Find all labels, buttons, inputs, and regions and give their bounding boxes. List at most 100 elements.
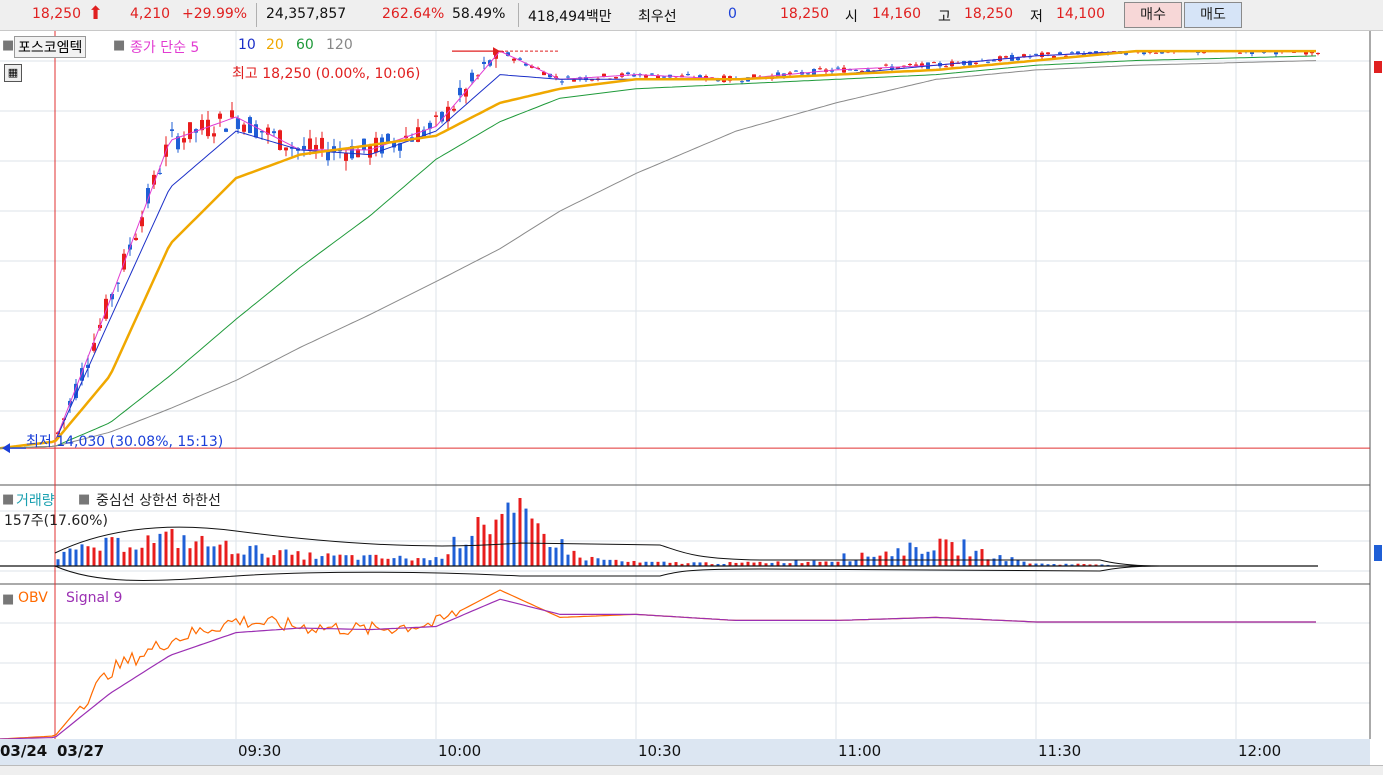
volume-bar [824,561,828,566]
candle-body [1316,52,1320,54]
volume-bar [302,559,306,566]
volume-bar [56,559,60,566]
legend-square-icon: ■ [2,38,15,53]
candle-body [806,73,810,75]
volume-bar [278,550,282,566]
candle-body [986,61,990,63]
chart-grid [0,31,1370,739]
stock-chart[interactable] [0,31,1383,765]
candle-body [458,87,462,96]
candle-body [284,147,288,151]
volume-bar [284,549,288,566]
volume-bar [392,558,396,566]
legend-square-icon: ■ [78,492,91,507]
volume-bar [530,518,534,566]
volume-bar [422,558,426,566]
candle-body [182,138,186,143]
volume-bar [140,547,144,566]
volume-value: 157주(17.60%) [4,513,108,529]
volume-bar [476,517,480,566]
candle-body [836,67,840,69]
volume-bar [314,558,318,566]
volume-bar [806,561,810,566]
candle-body [302,145,306,150]
candle-body [992,60,996,62]
volume-bar [830,561,834,566]
volume-bar [746,561,750,566]
low-label: 저 [1030,9,1043,25]
volume-bar [956,555,960,566]
volume-bar [512,512,516,566]
volume-bar [116,537,120,566]
volume-bar [458,548,462,566]
volume-bar [338,554,342,566]
candle-body [866,69,870,72]
volume-bar [398,555,402,566]
volume-bar [62,551,66,566]
volume-bar [758,561,762,566]
volume-bar [902,555,906,566]
candle-body [158,172,162,174]
volume-bar [248,545,252,566]
volume-bar [572,550,576,566]
volume-bar [296,551,300,566]
candle-body [224,128,228,132]
volume-bar [854,560,858,566]
time-tick: 10:00 [438,742,482,760]
volume-bar [536,523,540,566]
ma-line-60 [0,55,1317,449]
candle-body [272,131,276,134]
stock-name-box[interactable]: 포스코엠텍 [14,36,87,58]
volume-bar [1004,561,1008,566]
volume-bar [488,534,492,566]
volume-bar [416,558,420,566]
volume-title: 거래량 [16,493,55,509]
volume-bar [104,537,108,566]
candle-body [452,108,456,111]
volume-bar [554,547,558,566]
volume-bar [470,535,474,566]
volume-bar [386,558,390,566]
volume-bar [596,558,600,566]
trade-amount: 418,494백만 [528,9,612,25]
volume-bar [362,555,366,566]
legend-square-icon: ■ [2,592,15,607]
volume-bar [932,550,936,566]
volume-bar [626,561,630,566]
volume-bar [794,560,798,566]
volume-bar [134,549,138,566]
grid-icon[interactable]: ▦ [4,64,22,82]
volume-bar [662,561,666,566]
volume-bar [998,555,1002,566]
volume-bar [176,548,180,566]
candle-body [626,72,630,74]
time-tick: 10:30 [638,742,682,760]
candle-body [1154,52,1158,54]
volume-bar [110,537,114,566]
candle-body [1016,58,1020,61]
volume-bar [878,555,882,566]
volume-bar [158,533,162,566]
candle-body [794,70,798,72]
legend-square-icon: ■ [2,492,15,507]
candle-body [1004,56,1008,58]
buy-button[interactable]: 매수 [1124,2,1182,28]
volume-bands-label: 중심선 상한선 하한선 [96,493,221,509]
volume-bar [962,539,966,566]
volume-bar [218,544,222,566]
volume-bar [434,557,438,566]
candle-body [470,72,474,82]
candle-body [104,298,108,319]
candle-body [326,151,330,161]
sell-button[interactable]: 매도 [1184,2,1242,28]
candle-body [686,74,690,76]
low-annotation: 최저 14,030 (30.08%, 15:13) [26,434,224,450]
volume-bar [74,549,78,566]
candle-body [482,61,486,64]
volume-bar [374,554,378,566]
volume-bar [98,550,102,566]
candle-body [572,79,576,82]
volume-bar [872,556,876,566]
candle-body [1040,52,1044,58]
candle-body [1274,52,1278,55]
